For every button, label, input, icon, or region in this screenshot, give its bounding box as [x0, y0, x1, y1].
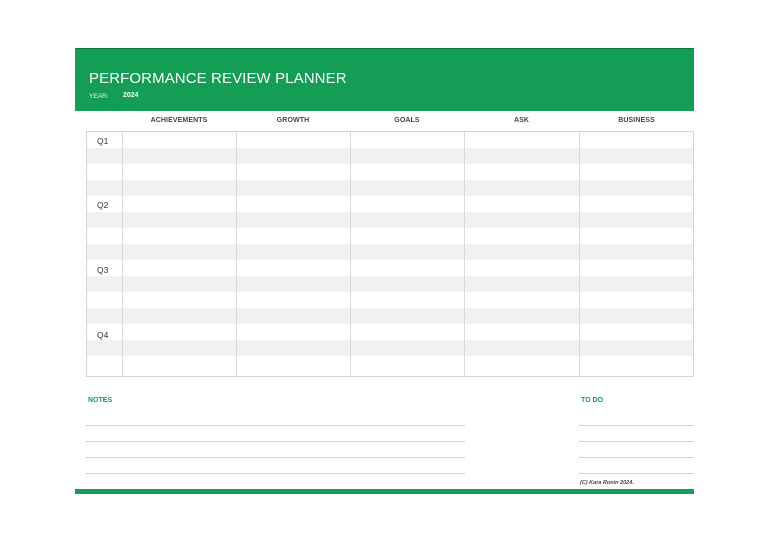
grid-row[interactable] — [87, 324, 693, 340]
review-grid: Q1 Q2 Q3 Q4 — [86, 131, 694, 377]
column-divider — [579, 132, 580, 376]
column-divider — [464, 132, 465, 376]
grid-row[interactable] — [87, 132, 693, 148]
quarter-label-q2: Q2 — [97, 200, 109, 210]
grid-row[interactable] — [87, 308, 693, 324]
grid-row[interactable] — [87, 276, 693, 292]
footer-bar — [75, 489, 694, 494]
todo-line[interactable] — [579, 457, 694, 458]
planner-sheet: PERFORMANCE REVIEW PLANNER YEAR: 2024 AC… — [75, 48, 694, 495]
notes-line[interactable] — [86, 441, 465, 442]
column-divider — [122, 132, 123, 376]
todo-line[interactable] — [579, 473, 694, 474]
copyright-text: (C) Kara Ronin 2024. — [580, 480, 634, 486]
column-header-ask: ASK — [513, 117, 530, 124]
column-divider — [350, 132, 351, 376]
column-header-achievements: ACHIEVEMENTS — [150, 117, 208, 124]
grid-row[interactable] — [87, 148, 693, 164]
column-header-goals: GOALS — [394, 117, 420, 124]
column-divider — [236, 132, 237, 376]
todo-line[interactable] — [579, 441, 694, 442]
notes-line[interactable] — [86, 457, 465, 458]
quarter-label-q1: Q1 — [97, 136, 109, 146]
notes-label: NOTES — [88, 397, 113, 404]
notes-line[interactable] — [86, 425, 465, 426]
column-header-growth: GROWTH — [276, 117, 310, 124]
column-header-business: BUSINESS — [618, 117, 655, 124]
grid-row[interactable] — [87, 356, 693, 376]
notes-line[interactable] — [86, 473, 465, 474]
grid-row[interactable] — [87, 244, 693, 260]
quarter-label-q3: Q3 — [97, 265, 109, 275]
page-title: PERFORMANCE REVIEW PLANNER — [89, 70, 347, 87]
grid-row[interactable] — [87, 212, 693, 228]
year-value: 2024 — [123, 92, 139, 99]
grid-row[interactable] — [87, 340, 693, 356]
todo-label: TO DO — [581, 397, 604, 404]
header-banner: PERFORMANCE REVIEW PLANNER YEAR: 2024 — [75, 48, 694, 111]
grid-row[interactable] — [87, 196, 693, 212]
todo-line[interactable] — [579, 425, 694, 426]
grid-row[interactable] — [87, 180, 693, 196]
grid-row[interactable] — [87, 228, 693, 244]
grid-row[interactable] — [87, 260, 693, 276]
grid-row[interactable] — [87, 292, 693, 308]
grid-row[interactable] — [87, 164, 693, 180]
year-label: YEAR: — [89, 93, 109, 100]
quarter-label-q4: Q4 — [97, 330, 109, 340]
